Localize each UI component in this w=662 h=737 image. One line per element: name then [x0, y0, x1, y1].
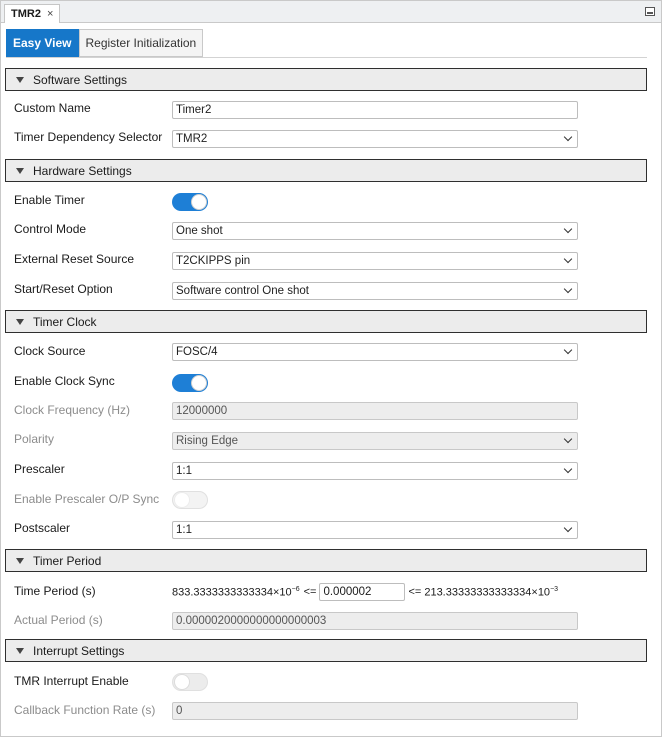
section-title: Interrupt Settings — [33, 643, 125, 658]
external-reset-source-label: External Reset Source — [14, 252, 135, 266]
actual-period-label: Actual Period (s) — [14, 613, 103, 627]
timer-dependency-select[interactable]: TMR2 — [172, 130, 578, 148]
postscaler-select[interactable]: 1:1 — [172, 521, 578, 539]
maximize-icon[interactable] — [645, 7, 655, 16]
custom-name-label: Custom Name — [14, 101, 91, 115]
toggle-knob — [174, 492, 190, 508]
time-period-label: Time Period (s) — [14, 584, 96, 598]
enable-timer-toggle[interactable] — [172, 193, 208, 211]
chevron-down-icon — [563, 523, 573, 533]
select-value: 1:1 — [176, 465, 192, 477]
select-value: One shot — [176, 225, 223, 237]
triangle-down-icon — [16, 557, 24, 564]
section-interrupt-settings[interactable]: Interrupt Settings — [5, 639, 647, 662]
prescaler-label: Prescaler — [14, 462, 65, 476]
tmr-interrupt-enable-toggle[interactable] — [172, 673, 208, 691]
toggle-knob — [191, 375, 207, 391]
actual-period-input: 0.0000020000000000000003 — [172, 612, 578, 630]
view-tabs: Easy View Register Initialization — [6, 29, 204, 57]
document-tab-label: TMR2 — [11, 8, 41, 20]
triangle-down-icon — [16, 76, 24, 83]
select-value: 1:1 — [176, 524, 192, 536]
clock-frequency-input: 12000000 — [172, 402, 578, 420]
callback-function-rate-label: Callback Function Rate (s) — [14, 703, 156, 717]
chevron-down-icon — [563, 464, 573, 474]
select-value: Rising Edge — [176, 435, 239, 447]
select-value: T2CKIPPS pin — [176, 255, 251, 267]
tab-divider — [6, 57, 647, 58]
control-mode-select[interactable]: One shot — [172, 222, 578, 240]
polarity-label: Polarity — [14, 432, 55, 446]
select-value: FOSC/4 — [176, 346, 218, 358]
enable-clock-sync-toggle[interactable] — [172, 374, 208, 392]
clock-frequency-label: Clock Frequency (Hz) — [14, 403, 131, 417]
toggle-knob — [191, 194, 207, 210]
prescaler-sync-label: Enable Prescaler O/P Sync — [14, 492, 160, 506]
tmr-interrupt-enable-label: TMR Interrupt Enable — [14, 674, 129, 688]
less-equal-max: <= — [408, 586, 422, 598]
clock-source-select[interactable]: FOSC/4 — [172, 343, 578, 361]
chevron-down-icon — [563, 132, 573, 142]
enable-clock-sync-label: Enable Clock Sync — [14, 374, 115, 388]
external-reset-source-select[interactable]: T2CKIPPS pin — [172, 252, 578, 270]
start-reset-option-label: Start/Reset Option — [14, 282, 113, 296]
start-reset-option-select[interactable]: Software control One shot — [172, 282, 578, 300]
section-timer-period[interactable]: Timer Period — [5, 549, 647, 572]
postscaler-label: Postscaler — [14, 521, 71, 535]
chevron-down-icon — [563, 254, 573, 264]
section-software-settings[interactable]: Software Settings — [5, 68, 647, 91]
less-equal-min: <= — [303, 586, 317, 598]
time-period-range: 833.3333333333334×10−6 <= 0.000002 <= 21… — [172, 583, 558, 601]
triangle-down-icon — [16, 647, 24, 654]
toggle-knob — [174, 674, 190, 690]
section-timer-clock[interactable]: Timer Clock — [5, 310, 647, 333]
triangle-down-icon — [16, 167, 24, 174]
tab-easy-view[interactable]: Easy View — [6, 29, 79, 57]
tmr2-panel: TMR2 × Easy View Register Initialization… — [0, 0, 662, 737]
chevron-down-icon — [563, 434, 573, 444]
control-mode-label: Control Mode — [14, 222, 87, 236]
document-tab-strip: TMR2 × — [1, 1, 661, 23]
triangle-down-icon — [16, 318, 24, 325]
enable-timer-label: Enable Timer — [14, 193, 85, 207]
section-title: Timer Clock — [33, 314, 97, 329]
prescaler-select[interactable]: 1:1 — [172, 462, 578, 480]
close-icon[interactable]: × — [47, 8, 53, 20]
select-value: Software control One shot — [176, 285, 309, 297]
tab-register-initialization[interactable]: Register Initialization — [78, 29, 204, 57]
document-tab-tmr2[interactable]: TMR2 × — [4, 4, 61, 23]
polarity-select: Rising Edge — [172, 432, 578, 450]
time-period-max: 213.33333333333334×10−3 — [424, 585, 559, 599]
chevron-down-icon — [563, 224, 573, 234]
section-hardware-settings[interactable]: Hardware Settings — [5, 159, 647, 182]
prescaler-sync-toggle — [172, 491, 208, 509]
callback-function-rate-input: 0 — [172, 702, 578, 720]
chevron-down-icon — [563, 345, 573, 355]
select-value: TMR2 — [176, 133, 208, 145]
custom-name-input[interactable]: Timer2 — [172, 101, 578, 119]
time-period-min: 833.3333333333334×10−6 — [172, 585, 300, 599]
section-title: Timer Period — [33, 553, 102, 568]
clock-source-label: Clock Source — [14, 344, 86, 358]
chevron-down-icon — [563, 284, 573, 294]
section-title: Software Settings — [33, 72, 128, 87]
timer-dependency-label: Timer Dependency Selector — [14, 130, 163, 144]
section-title: Hardware Settings — [33, 163, 132, 178]
time-period-input[interactable]: 0.000002 — [319, 583, 406, 601]
